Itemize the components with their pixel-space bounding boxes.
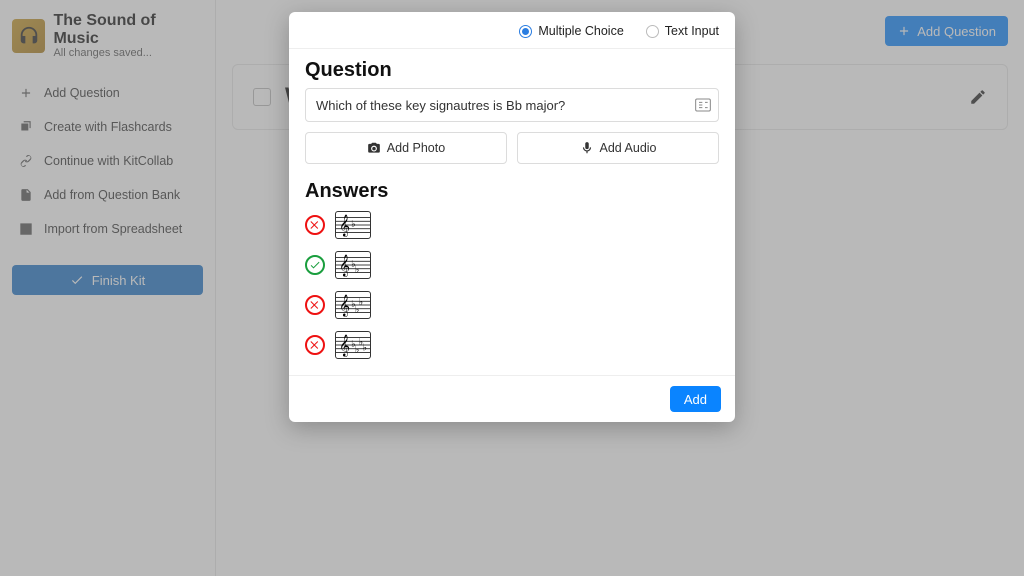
question-text-input[interactable] [305,88,719,122]
section-title-question: Question [305,59,719,82]
question-input-wrap [305,88,719,122]
add-audio-button[interactable]: Add Audio [517,132,719,164]
answer-row: 𝄞♭♭♭ [305,291,719,319]
add-audio-label: Add Audio [600,141,657,155]
radio-unselected-icon [646,25,659,38]
question-type-text-input[interactable]: Text Input [646,24,719,38]
answer-row: 𝄞♭ [305,211,719,239]
answer-image[interactable]: 𝄞♭ [335,211,371,239]
svg-text:𝄞: 𝄞 [339,256,350,277]
svg-text:♭: ♭ [362,344,366,354]
svg-text:𝄞: 𝄞 [339,296,350,317]
correct-toggle[interactable] [305,255,325,275]
radio-selected-icon [519,25,532,38]
x-icon [309,219,321,231]
question-type-multiple-choice[interactable]: Multiple Choice [519,24,623,38]
answer-row: 𝄞♭♭ [305,251,719,279]
camera-icon [367,141,381,155]
modal-body: Question Add Photo Add Audio Answers 𝄞♭𝄞 [289,49,735,375]
answer-image[interactable]: 𝄞♭♭♭ [335,291,371,319]
answer-image[interactable]: 𝄞♭♭ [335,251,371,279]
question-editor-modal: Multiple Choice Text Input Question Add … [289,12,735,422]
question-type-label: Text Input [665,24,719,38]
incorrect-toggle[interactable] [305,215,325,235]
x-icon [309,339,321,351]
modal-overlay[interactable]: Multiple Choice Text Input Question Add … [0,0,1024,576]
x-icon [309,299,321,311]
equation-icon[interactable] [695,98,711,112]
question-type-tabs: Multiple Choice Text Input [289,12,735,49]
add-photo-button[interactable]: Add Photo [305,132,507,164]
add-answer-button[interactable]: Add [670,386,721,412]
add-photo-label: Add Photo [387,141,445,155]
section-title-answers: Answers [305,180,719,203]
svg-text:𝄞: 𝄞 [339,336,350,357]
svg-text:♭: ♭ [351,220,355,230]
check-icon [309,259,321,271]
media-buttons: Add Photo Add Audio [305,132,719,164]
answer-row: 𝄞♭♭♭♭ [305,331,719,359]
modal-footer: Add [289,375,735,422]
svg-text:♭: ♭ [359,298,363,308]
answers-list: 𝄞♭𝄞♭♭𝄞♭♭♭𝄞♭♭♭♭ [305,211,719,359]
svg-text:♭: ♭ [355,266,359,276]
answer-image[interactable]: 𝄞♭♭♭♭ [335,331,371,359]
incorrect-toggle[interactable] [305,295,325,315]
svg-text:𝄞: 𝄞 [339,216,350,237]
microphone-icon [580,141,594,155]
add-answer-label: Add [684,392,707,407]
question-type-label: Multiple Choice [538,24,623,38]
incorrect-toggle[interactable] [305,335,325,355]
